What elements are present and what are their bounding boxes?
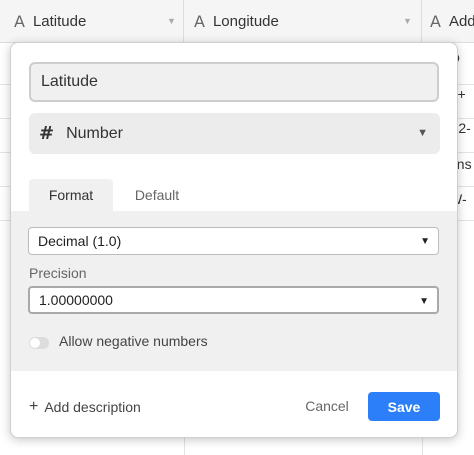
grid-header: A Latitude ▼ A Longitude ▼ A Add — [0, 0, 474, 43]
chevron-down-icon: ▼ — [420, 236, 430, 247]
field-config-dialog: Latitude # Number ▼ Format Default Decim… — [10, 42, 458, 438]
field-type-select[interactable]: # Number ▼ — [29, 113, 440, 154]
column-label: Add — [448, 12, 474, 30]
precision-select[interactable]: 1.00000000 ▼ — [28, 286, 439, 314]
add-description-button[interactable]: + Add description — [29, 398, 141, 416]
column-header-address[interactable]: A Add — [422, 0, 474, 42]
save-button[interactable]: Save — [368, 392, 440, 421]
chevron-down-icon[interactable]: ▼ — [403, 16, 412, 26]
tab-format[interactable]: Format — [29, 179, 113, 211]
number-format-value: Decimal (1.0) — [38, 233, 122, 249]
precision-label: Precision — [29, 265, 87, 281]
column-label: Longitude — [212, 12, 279, 30]
column-header-latitude[interactable]: A Latitude ▼ — [0, 0, 184, 42]
field-name-input[interactable]: Latitude — [29, 62, 439, 102]
tab-default[interactable]: Default — [113, 179, 201, 211]
allow-negative-label[interactable]: Allow negative numbers — [59, 333, 208, 349]
column-header-longitude[interactable]: A Longitude ▼ — [184, 0, 422, 42]
column-label: Latitude — [32, 12, 87, 30]
toggle-knob — [30, 338, 40, 348]
text-field-icon: A — [430, 11, 441, 31]
chevron-down-icon: ▼ — [417, 127, 428, 139]
chevron-down-icon: ▼ — [419, 296, 429, 307]
plus-icon: + — [29, 398, 39, 415]
allow-negative-toggle[interactable] — [29, 337, 49, 349]
format-panel: Decimal (1.0) ▼ Precision 1.00000000 ▼ A… — [11, 211, 457, 371]
field-type-label: Number — [66, 124, 123, 142]
hash-icon: # — [39, 123, 55, 144]
text-field-icon: A — [14, 11, 25, 31]
chevron-down-icon[interactable]: ▼ — [167, 16, 176, 26]
cancel-button[interactable]: Cancel — [297, 392, 357, 420]
precision-value: 1.00000000 — [39, 292, 113, 308]
number-format-select[interactable]: Decimal (1.0) ▼ — [28, 227, 439, 255]
add-description-label: Add description — [44, 399, 141, 415]
text-field-icon: A — [194, 11, 205, 31]
